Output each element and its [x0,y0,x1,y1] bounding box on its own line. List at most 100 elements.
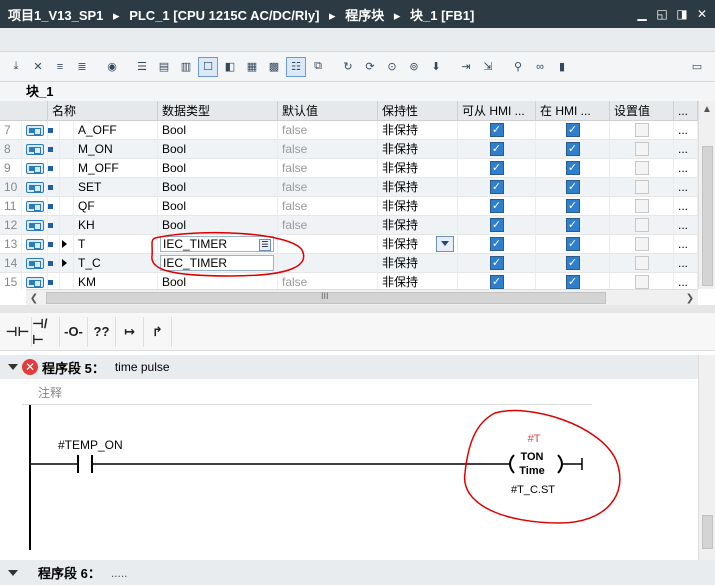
watch-icon[interactable]: ⚲ [508,57,528,77]
restore-icon[interactable]: ◱ [655,7,669,21]
normally-open-contact-icon[interactable]: ⊣⊢ [4,316,32,347]
hmi-visible-checkbox[interactable]: ✓ [565,142,580,156]
tag-retain[interactable]: 非保持 [378,120,458,140]
tag-name[interactable]: KH [74,215,158,235]
close-icon[interactable]: ✕ [695,7,709,21]
close-branch-icon[interactable]: ↱ [144,316,172,347]
tag-default-value[interactable] [278,234,378,254]
monitor-icon[interactable]: ↻ [338,57,358,77]
tag-data-type[interactable]: Bool [158,120,278,140]
network-5-header[interactable]: ✕ 程序段 5： time pulse [0,355,698,379]
tag-retain[interactable]: 非保持 [378,272,458,289]
branch-icon[interactable]: ⇲ [478,57,498,77]
setpoint-checkbox[interactable] [634,275,649,289]
more-cell[interactable]: ... [674,120,698,140]
coil-right-bracket[interactable] [557,454,563,474]
scroll-thumb[interactable]: III [46,291,606,304]
goto-icon[interactable]: ⇥ [456,57,476,77]
breadcrumb-block[interactable]: 块_1 [FB1] [410,8,474,23]
more-cell[interactable]: ... [674,215,698,235]
tag-name[interactable]: M_OFF [74,158,158,178]
data-type-field[interactable]: IEC_TIMER [160,254,274,271]
column-header-name[interactable]: 名称 [48,101,158,120]
tag-data-type[interactable]: IEC_TIMER ☰ [158,234,278,254]
information-icon[interactable]: ☷ [286,56,306,77]
tag-default-value[interactable]: false [278,272,378,289]
hmi-accessible-checkbox[interactable]: ✓ [489,218,504,232]
network-comment[interactable]: 注释 [22,381,592,405]
hmi-visible-checkbox[interactable]: ✓ [565,161,580,175]
tag-default-value[interactable]: false [278,177,378,197]
timer-instance[interactable]: #T [528,433,541,445]
column-header-setpoint[interactable]: 设置值 [610,101,674,120]
favorites-icon[interactable]: ◧ [220,57,240,77]
more-cell[interactable]: ... [674,196,698,216]
table-row[interactable]: 14 T_C IEC_TIMER 非保持 ✓ ✓... [0,253,698,273]
table-row[interactable]: 13 T IEC_TIMER ☰ 非保持 ✓ ✓... [0,234,698,254]
tag-name[interactable]: T_C [74,253,158,273]
tag-name[interactable]: SET [74,177,158,197]
type-picker-icon[interactable]: ☰ [259,238,271,251]
tag-name[interactable]: A_OFF [74,120,158,140]
hmi-accessible-checkbox[interactable]: ✓ [489,275,504,289]
splitter[interactable] [0,305,715,313]
tag-retain[interactable]: 非保持 [378,234,458,254]
tag-retain[interactable]: 非保持 [378,158,458,178]
list-view-icon[interactable]: ☰ [132,57,152,77]
tag-retain[interactable]: 非保持 [378,253,458,273]
insert-row-icon[interactable]: ⤓ [6,57,26,77]
collapse-icon[interactable] [8,569,18,576]
tag-default-value[interactable]: false [278,158,378,178]
column-header-more[interactable]: ... [674,101,698,120]
more-cell[interactable]: ... [674,139,698,159]
tag-default-value[interactable]: false [278,139,378,159]
tag-default-value[interactable] [278,253,378,273]
setpoint-checkbox[interactable] [634,180,649,194]
network-description[interactable]: ..... [111,566,128,580]
more-cell[interactable]: ... [674,253,698,273]
normally-closed-contact-icon[interactable]: ⊣/⊢ [32,316,60,347]
tag-retain[interactable]: 非保持 [378,139,458,159]
properties-icon[interactable]: ▭ [687,57,707,77]
table-horizontal-scrollbar[interactable]: ❮ III ❯ [26,289,698,305]
coil-left-bracket[interactable] [509,454,515,474]
tag-data-type[interactable]: Bool [158,177,278,197]
column-header-data-type[interactable]: 数据类型 [158,101,278,120]
hmi-accessible-checkbox[interactable]: ✓ [489,142,504,156]
more-cell[interactable]: ... [674,234,698,254]
minimize-icon[interactable]: ▁ [635,7,649,21]
compile-icon[interactable]: ◉ [102,57,122,77]
retain-dropdown-icon[interactable] [436,235,454,252]
hmi-visible-checkbox[interactable]: ✓ [565,199,580,213]
column-header-hmi-visible[interactable]: 在 HMI ... [536,101,610,120]
hmi-visible-checkbox[interactable]: ✓ [565,218,580,232]
tag-retain[interactable]: 非保持 [378,177,458,197]
column-header-hmi-access[interactable]: 可从 HMI ... [458,101,536,120]
setpoint-checkbox[interactable] [634,161,649,175]
tag-default-value[interactable]: false [278,120,378,140]
glasses-icon[interactable]: ∞ [530,57,550,77]
table-row[interactable]: 8 M_ON Bool false 非保持 ✓ ✓... [0,139,698,159]
hmi-accessible-checkbox[interactable]: ✓ [489,180,504,194]
table-view-icon[interactable]: ▤ [154,57,174,77]
collapse-icon[interactable] [8,364,18,370]
table-row[interactable]: 7 A_OFF Bool false 非保持 ✓ ✓... [0,120,698,140]
split-view-icon[interactable]: ◨ [675,7,689,21]
table-row[interactable]: 11 QF Bool false 非保持 ✓ ✓... [0,196,698,216]
tag-data-type[interactable]: Bool [158,139,278,159]
scroll-up-icon[interactable]: ▲ [699,101,715,117]
more-cell[interactable]: ... [674,158,698,178]
monitor-all-icon[interactable]: ⟳ [360,57,380,77]
tag-data-type[interactable]: IEC_TIMER [158,253,278,273]
network-view-icon[interactable]: ▥ [176,57,196,77]
column-header-retain[interactable]: 保持性 [378,101,458,120]
breadcrumb-plc[interactable]: PLC_1 [CPU 1215C AC/DC/Rly] [129,8,319,23]
network-6-header[interactable]: 程序段 6： ..... [0,560,715,585]
coil-operand[interactable]: #T_C.ST [511,484,555,496]
hmi-visible-checkbox[interactable]: ✓ [565,237,580,251]
tag-data-type[interactable]: Bool [158,196,278,216]
scroll-left-icon[interactable]: ❮ [26,290,42,306]
table-row[interactable]: 10 SET Bool false 非保持 ✓ ✓... [0,177,698,197]
tag-default-value[interactable]: false [278,196,378,216]
delete-row-icon[interactable]: ✕ [28,57,48,77]
